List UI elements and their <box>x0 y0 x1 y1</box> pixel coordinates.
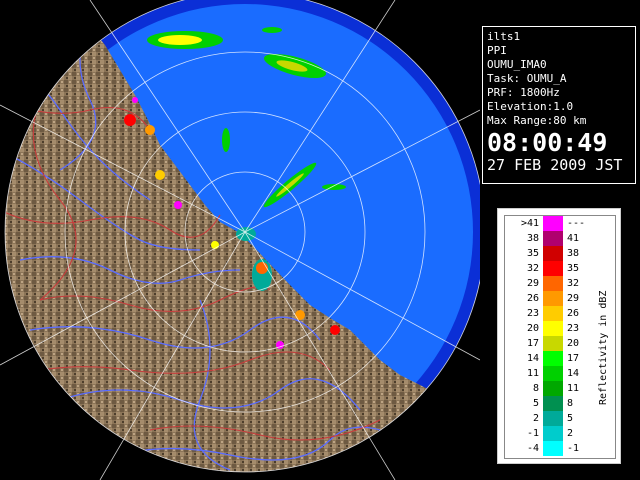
legend-color-swatch <box>543 246 563 261</box>
legend-low-value: 29 <box>526 278 539 289</box>
radar-map <box>0 0 480 480</box>
max-range-value: Max Range:80 km <box>487 114 587 127</box>
legend-color-swatch <box>543 261 563 276</box>
legend-high-value: 2 <box>567 428 574 439</box>
legend-high-value: 35 <box>567 263 580 274</box>
legend-row: 32 35 <box>505 261 615 276</box>
legend-high-value: 20 <box>567 338 580 349</box>
legend-low-value: 5 <box>532 398 539 409</box>
legend-high-value: 11 <box>567 383 580 394</box>
legend-high-value: 38 <box>567 248 580 259</box>
legend-color-swatch <box>543 336 563 351</box>
legend-low-value: 17 <box>526 338 539 349</box>
legend-color-swatch <box>543 216 563 231</box>
legend-high-value: 29 <box>567 293 580 304</box>
legend-color-swatch <box>543 306 563 321</box>
info-panel: ilts1 PPI OUMU_IMA0 Task: OUMU_A PRF: 18… <box>482 26 636 184</box>
legend-low-value: 8 <box>532 383 539 394</box>
legend-row: 29 32 <box>505 276 615 291</box>
legend-row: -4 -1 <box>505 441 615 456</box>
legend-high-value: -1 <box>567 443 580 454</box>
legend-low-value: 32 <box>526 263 539 274</box>
legend-row: 38 41 <box>505 231 615 246</box>
legend-low-value: -1 <box>526 428 539 439</box>
site-name: OUMU_IMA0 <box>487 58 547 71</box>
legend-high-value: 41 <box>567 233 580 244</box>
legend-color-swatch <box>543 411 563 426</box>
legend-low-value: 23 <box>526 308 539 319</box>
legend-low-value: 35 <box>526 248 539 259</box>
legend-color-swatch <box>543 276 563 291</box>
legend-row: 25 <box>505 411 615 426</box>
legend-row: >41 --- <box>505 216 615 231</box>
legend-color-swatch <box>543 231 563 246</box>
legend-low-value: >41 <box>520 218 539 229</box>
observation-time: 08:00:49 <box>487 128 608 157</box>
legend-color-swatch <box>543 381 563 396</box>
legend-unit-label: Reflectivity in dBZ <box>598 290 609 405</box>
legend-low-value: 14 <box>526 353 539 364</box>
legend-low-value: 38 <box>526 233 539 244</box>
legend-low-value: 11 <box>526 368 539 379</box>
legend-high-value: 23 <box>567 323 580 334</box>
legend-color-swatch <box>543 396 563 411</box>
radar-id: ilts1 <box>487 30 521 43</box>
legend-row: -1 2 <box>505 426 615 441</box>
prf-value: PRF: 1800Hz <box>487 86 560 99</box>
legend-high-value: 14 <box>567 368 580 379</box>
legend-low-value: 20 <box>526 323 539 334</box>
observation-date: 27 FEB 2009 JST <box>487 156 623 174</box>
legend-row: 35 38 <box>505 246 615 261</box>
legend-color-swatch <box>543 291 563 306</box>
legend-high-value: 8 <box>567 398 574 409</box>
legend-color-swatch <box>543 441 563 456</box>
legend-low-value: -4 <box>526 443 539 454</box>
legend-low-value: 26 <box>526 293 539 304</box>
legend-high-value: 32 <box>567 278 580 289</box>
legend-low-value: 2 <box>532 413 539 424</box>
legend-high-value: 5 <box>567 413 574 424</box>
radar-display[interactable] <box>0 0 480 480</box>
legend-color-swatch <box>543 426 563 441</box>
legend-high-value: 26 <box>567 308 580 319</box>
legend-color-swatch <box>543 351 563 366</box>
elevation-value: Elevation:1.0 <box>487 100 574 113</box>
legend-color-swatch <box>543 366 563 381</box>
scan-type: PPI <box>487 44 507 57</box>
reflectivity-legend: >41 --- 38 41 35 38 32 35 29 32 26 29 23 26 20 23 17 20 14… <box>497 208 621 464</box>
task-name: Task: OUMU_A <box>487 72 567 85</box>
legend-high-value: --- <box>567 218 586 229</box>
legend-high-value: 17 <box>567 353 580 364</box>
legend-color-swatch <box>543 321 563 336</box>
